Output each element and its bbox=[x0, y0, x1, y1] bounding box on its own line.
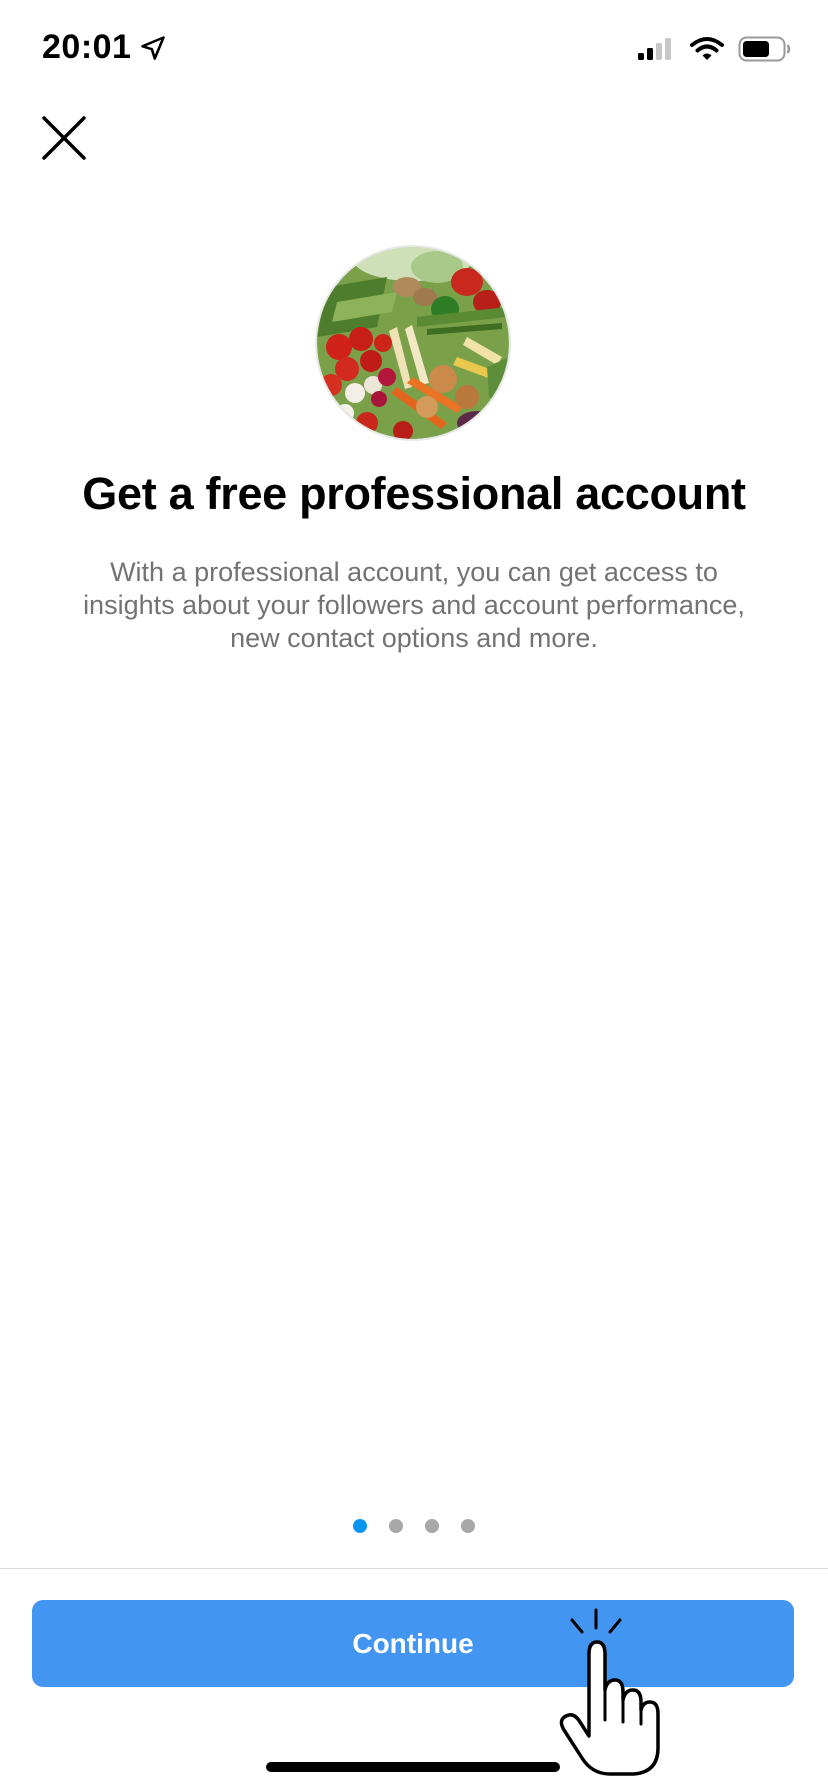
home-indicator bbox=[266, 1762, 560, 1772]
close-button[interactable] bbox=[38, 112, 90, 164]
status-bar: 20:01 bbox=[0, 0, 828, 100]
cellular-signal-icon bbox=[638, 38, 671, 60]
location-arrow-icon bbox=[141, 35, 166, 60]
continue-button[interactable]: Continue bbox=[32, 1600, 794, 1687]
battery-icon bbox=[738, 36, 791, 62]
page-description: With a professional account, you can get… bbox=[83, 557, 745, 653]
close-icon bbox=[42, 116, 86, 160]
status-icons bbox=[636, 36, 792, 62]
vegetables-illustration bbox=[317, 247, 509, 439]
page-title: Get a free professional account bbox=[82, 468, 746, 519]
pagination-dot-3 bbox=[425, 1519, 439, 1533]
status-time: 20:01 bbox=[42, 28, 167, 67]
divider bbox=[0, 1568, 828, 1569]
pagination-dot-1 bbox=[353, 1519, 367, 1533]
status-time-text: 20:01 bbox=[42, 28, 132, 66]
pagination-dot-4 bbox=[461, 1519, 475, 1533]
wifi-icon bbox=[690, 37, 724, 60]
vegetables-photo bbox=[317, 247, 509, 439]
pagination-dots bbox=[0, 1519, 828, 1533]
hand-pointer-icon bbox=[559, 1608, 660, 1776]
pagination-dot-2 bbox=[389, 1519, 403, 1533]
